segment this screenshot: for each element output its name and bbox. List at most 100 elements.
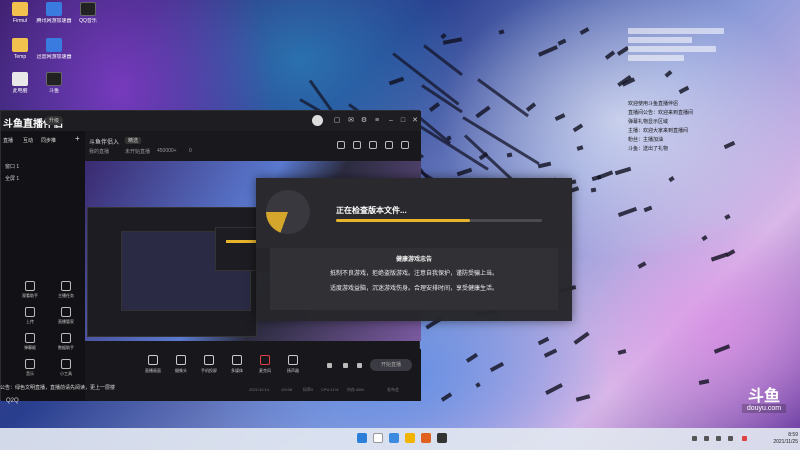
clock-date: 2021/11/25	[773, 439, 798, 445]
search-icon[interactable]	[373, 433, 383, 443]
chat-line: 欢迎使用斗鱼直播伴侣	[628, 101, 679, 107]
notification-icon[interactable]	[742, 436, 747, 441]
tool-anchor-task[interactable]: 主播任务	[53, 281, 79, 299]
dialog-header: 正在检查版本文件...	[256, 178, 572, 248]
share-icon[interactable]	[401, 141, 409, 149]
progress-fill	[336, 219, 470, 222]
add-media-button[interactable]: 多媒体	[223, 355, 251, 374]
recorder-icon[interactable]	[343, 363, 348, 368]
chat-line: 直播间公告：欢迎来到直播间	[628, 110, 694, 116]
chart-icon	[61, 333, 71, 343]
advice-line: 抵制不良游戏，拒绝盗版游戏。注意自我保护，谨防受骗上当。	[329, 271, 498, 277]
app-titlebar: 斗鱼直播伴侣 升级 ▢ ✉ ⚙ ≡ – □ ✕	[1, 111, 421, 131]
media-icon	[232, 355, 242, 365]
desktop-icon-computer[interactable]: 此电脑	[2, 72, 38, 94]
status-memory: 内存:48%	[347, 387, 365, 392]
desktop-icon-music[interactable]: QQ音乐	[70, 2, 106, 24]
skin-icon[interactable]: ▢	[333, 117, 341, 125]
close-icon[interactable]: ✕	[411, 117, 419, 125]
watermark-url: douyu.com	[742, 404, 786, 413]
maximize-icon[interactable]: □	[399, 117, 407, 125]
advice-title: 健康游戏忠告	[395, 257, 432, 263]
game-launcher-dialog: 正在检查版本文件... 健康游戏忠告 抵制不良游戏，拒绝盗版游戏。注意自我保护，…	[256, 178, 572, 321]
clock-time: 8:59	[788, 432, 798, 438]
desktop-icon-douyu[interactable]: 斗鱼	[36, 72, 72, 94]
computer-icon	[12, 72, 28, 86]
tool-upload[interactable]: 上传	[17, 307, 43, 325]
chat-line: 斗鱼：送出了礼物	[628, 146, 669, 152]
desktop-icon-folder[interactable]: Firmul	[2, 2, 38, 24]
douyu-watermark: 斗鱼 douyu.com	[742, 388, 786, 413]
scene-item-window[interactable]: 窗口 1	[5, 163, 19, 170]
room-tag[interactable]: 精选	[125, 137, 142, 144]
app-icon	[46, 38, 62, 52]
tab-interact[interactable]: 互动	[23, 137, 33, 144]
status-fps: 1/5:08	[281, 387, 293, 392]
upgrade-badge[interactable]: 升级	[45, 116, 64, 125]
room-hotness: 450000+	[157, 148, 177, 154]
game-logo-icon	[266, 190, 310, 234]
message-icon[interactable]: ✉	[347, 117, 355, 125]
tool-data[interactable]: 数据助手	[53, 333, 79, 351]
settings-icon[interactable]	[357, 363, 362, 368]
room-name[interactable]: 斗鱼伴侣入	[89, 137, 119, 146]
tool-widgets[interactable]: 小工具	[53, 359, 79, 377]
grid-icon	[61, 359, 71, 369]
health-advice: 健康游戏忠告 抵制不良游戏，拒绝盗版游戏。注意自我保护，谨防受骗上当。 适度游戏…	[270, 248, 558, 310]
taskbar-clock[interactable]: 8:59 2021/11/25	[760, 432, 798, 446]
microphone-button[interactable]: 麦克风	[251, 355, 279, 374]
add-scene-icon[interactable]: +	[75, 134, 80, 143]
folder-icon[interactable]	[405, 433, 415, 443]
add-camera-button[interactable]: 摄像头	[167, 355, 195, 374]
room-likes: 0	[189, 148, 192, 154]
tool-live-manager[interactable]: 直播管家	[53, 307, 79, 325]
network-icon[interactable]	[704, 436, 709, 441]
tab-sync[interactable]: 同步推	[41, 137, 56, 144]
speaker-icon	[288, 355, 298, 365]
advice-line: 适度游戏益脑，沉迷游戏伤身。合理安排时间，享受健康生活。	[329, 286, 498, 292]
tool-watch-helper[interactable]: 观看助手	[17, 281, 43, 299]
record-icon[interactable]	[327, 363, 332, 368]
box-icon[interactable]	[369, 141, 377, 149]
screen-icon	[148, 355, 158, 365]
overlay-chat: 欢迎使用斗鱼直播伴侣 直播间公告：欢迎来到直播间 弹幕礼物显示区域 主播：欢迎大…	[628, 100, 793, 154]
tool-music[interactable]: 音乐	[17, 359, 43, 377]
gift-icon[interactable]	[337, 141, 345, 149]
add-phone-button[interactable]: 手机投屏	[195, 355, 223, 374]
tab-live[interactable]: 直播	[3, 137, 13, 144]
desktop-icon-accelerator[interactable]: 腾讯网游加速器	[36, 2, 72, 24]
menu-icon[interactable]: ≡	[373, 117, 381, 125]
start-live-button[interactable]: 开始直播	[370, 359, 412, 371]
tool-danmaku[interactable]: 弹幕姬	[17, 333, 43, 351]
shield-icon	[61, 281, 71, 291]
user-icon	[25, 281, 35, 291]
minimize-icon[interactable]: –	[387, 117, 395, 125]
browser-icon[interactable]	[389, 433, 399, 443]
volume-icon[interactable]	[728, 436, 733, 441]
music-icon	[25, 359, 35, 369]
bell-icon[interactable]	[385, 141, 393, 149]
douyu-app-icon[interactable]	[421, 433, 431, 443]
wallpaper-shard	[590, 187, 597, 193]
add-screen-button[interactable]: 直播画面	[139, 355, 167, 374]
source-toolbar: 直播画面 摄像头 手机投屏 多媒体 麦克风 扬声器 开始直播 2021/10:1…	[85, 349, 421, 401]
avatar[interactable]	[312, 115, 323, 126]
app-icon	[46, 2, 62, 16]
microphone-icon	[260, 355, 270, 365]
game-app-icon[interactable]	[437, 433, 447, 443]
scene-item-fullscreen[interactable]: 全屏 1	[5, 175, 19, 182]
camera-icon	[176, 355, 186, 365]
windows-start-icon[interactable]	[357, 433, 367, 443]
desktop-icon-xunlei[interactable]: 迅雷网游加速器	[36, 38, 72, 60]
settings-icon[interactable]: ⚙	[360, 117, 368, 125]
lock-icon[interactable]	[353, 141, 361, 149]
wifi-icon[interactable]	[716, 436, 721, 441]
chevron-up-icon[interactable]	[692, 436, 697, 441]
status-release[interactable]: 发布会	[387, 387, 399, 393]
desktop-icon-temp[interactable]: Temp	[2, 38, 38, 60]
app-icon	[80, 2, 96, 16]
chat-line: 弹幕礼物显示区域	[628, 119, 669, 125]
speaker-button[interactable]: 扬声器	[279, 355, 307, 374]
status-time: 2021/10:14	[249, 387, 270, 392]
upload-icon	[25, 307, 35, 317]
